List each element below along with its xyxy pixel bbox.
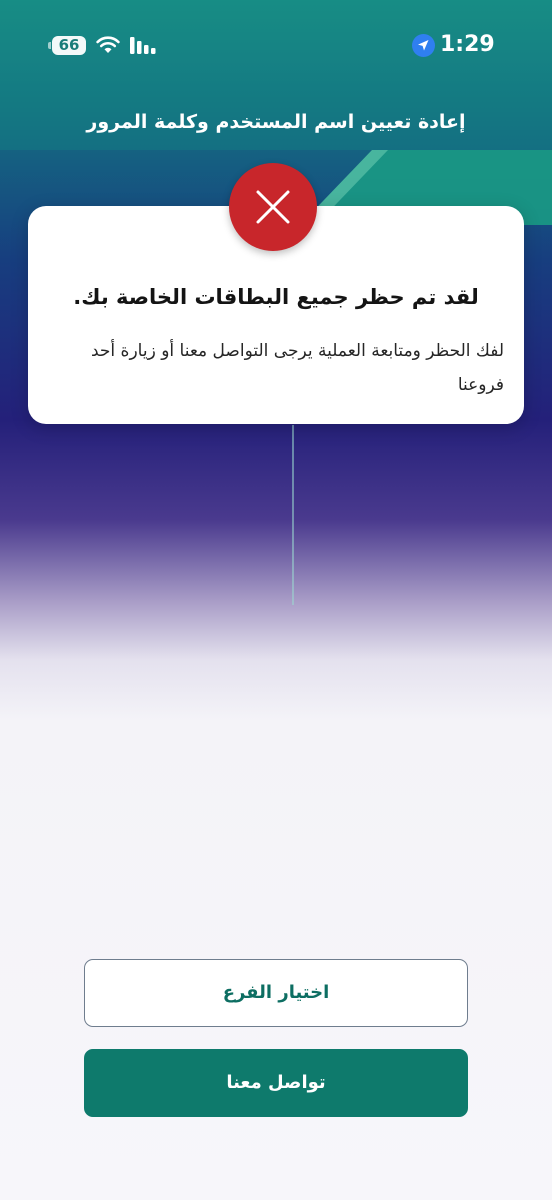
alert-message: لفك الحظر ومتابعة العملية يرجى التواصل م…: [91, 341, 504, 395]
wifi-icon: [96, 36, 120, 53]
alert-title: لقد تم حظر جميع البطاقات الخاصة بك.: [73, 285, 479, 309]
status-bar: 66 1:29: [0, 0, 552, 90]
battery-nub: [48, 42, 51, 49]
choose-branch-button[interactable]: اختيار الفرع: [84, 959, 468, 1027]
battery-icon: 66: [52, 36, 86, 55]
error-x-icon: [229, 163, 317, 251]
page-title: إعادة تعيين اسم المستخدم وكلمة المرور: [86, 111, 466, 133]
location-arrow-icon: [412, 34, 435, 57]
status-time: 1:29: [440, 32, 495, 57]
cellular-signal-icon: [130, 37, 156, 54]
contact-us-button[interactable]: تواصل معنا: [84, 1049, 468, 1117]
